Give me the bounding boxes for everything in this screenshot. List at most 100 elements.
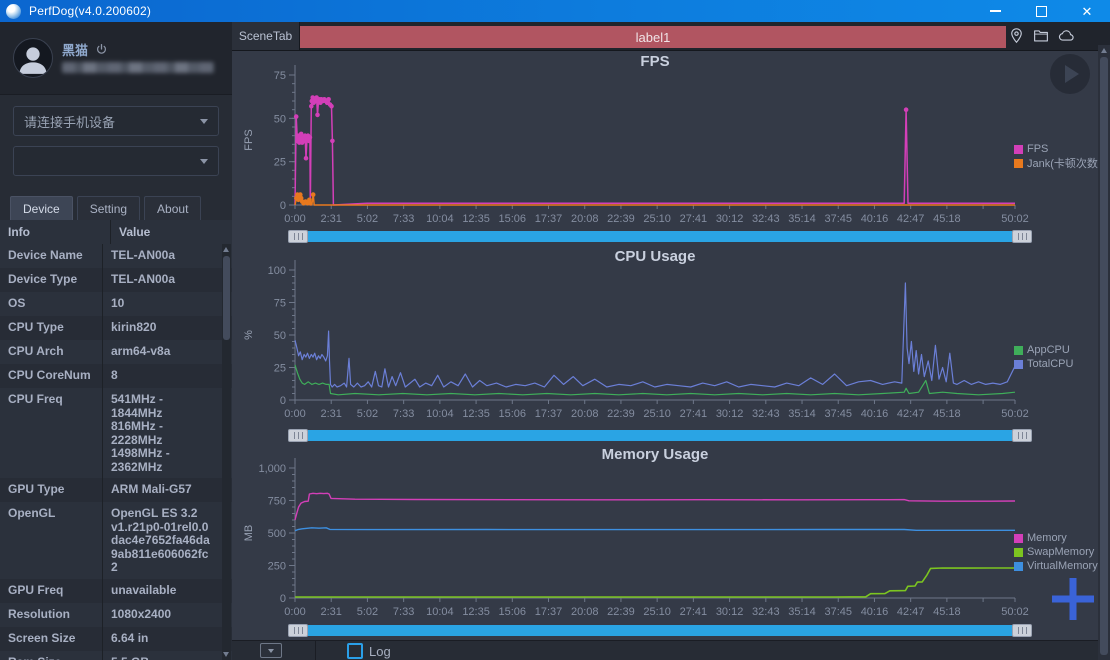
scrollbar-left-handle[interactable]	[288, 429, 308, 442]
scene-tab[interactable]: SceneTab	[232, 22, 300, 50]
x-tick-label: 50:02	[1001, 408, 1029, 420]
table-row[interactable]: OS10	[0, 292, 232, 316]
scrollbar-track[interactable]	[308, 625, 1012, 636]
x-tick-label: 12:35	[462, 408, 490, 420]
minimize-button[interactable]	[972, 0, 1018, 22]
table-row[interactable]: CPU Archarm64-v8a	[0, 340, 232, 364]
scroll-up-icon[interactable]	[223, 247, 229, 252]
legend-item[interactable]: Memory	[1014, 531, 1098, 545]
legend-item[interactable]: Jank(卡顿次数)	[1014, 156, 1102, 170]
table-row[interactable]: OpenGLOpenGL ES 3.2 v1.r21p0-01rel0.0 da…	[0, 502, 232, 579]
avatar[interactable]	[13, 38, 53, 78]
device-select-dropdown[interactable]: 请连接手机设备	[13, 106, 219, 136]
scrollbar-right-handle[interactable]	[1012, 230, 1032, 243]
charts-scrollbar[interactable]	[1098, 45, 1110, 660]
x-tick-label: 37:45	[824, 213, 852, 225]
legend-item[interactable]: TotalCPU	[1014, 357, 1073, 371]
power-icon[interactable]	[95, 43, 108, 56]
scrollbar-thumb[interactable]	[223, 256, 230, 340]
add-button[interactable]	[1050, 576, 1096, 622]
x-tick-label: 12:35	[462, 606, 490, 618]
data-point	[308, 135, 313, 140]
cloud-icon[interactable]	[1057, 27, 1076, 44]
sidebar-table-scrollbar[interactable]	[222, 244, 231, 660]
x-tick-label: 2:31	[321, 606, 342, 618]
table-row[interactable]: Screen Size6.64 in	[0, 627, 232, 651]
table-row[interactable]: Ram Size5.5 GB	[0, 651, 232, 660]
play-button[interactable]	[1050, 54, 1090, 94]
x-tick-label: 10:04	[426, 606, 454, 618]
device-info-table: Device NameTEL-AN00aDevice TypeTEL-AN00a…	[0, 244, 232, 660]
x-tick-label: 35:14	[788, 408, 816, 420]
x-tick-label: 30:12	[716, 606, 744, 618]
value-cell: kirin820	[102, 316, 232, 340]
table-row[interactable]: Device TypeTEL-AN00a	[0, 268, 232, 292]
scroll-up-icon[interactable]	[1101, 48, 1107, 53]
scrollbar-left-handle[interactable]	[288, 230, 308, 243]
close-icon: ✕	[1082, 5, 1093, 18]
table-row[interactable]: GPU Frequnavailable	[0, 579, 232, 603]
legend-swatch	[1014, 145, 1023, 154]
table-row[interactable]: GPU TypeARM Mali-G57	[0, 478, 232, 502]
y-tick-label: 1,000	[258, 463, 286, 475]
y-tick-label: 100	[268, 265, 286, 277]
legend-item[interactable]: FPS	[1014, 142, 1102, 156]
scrollbar-track[interactable]	[308, 430, 1012, 441]
log-checkbox[interactable]	[347, 643, 363, 659]
x-tick-label: 42:47	[897, 213, 925, 225]
log-toggle[interactable]: Log	[347, 643, 391, 659]
x-tick-label: 50:02	[1001, 213, 1029, 225]
legend-item[interactable]: AppCPU	[1014, 343, 1073, 357]
table-row[interactable]: CPU Freq541MHz - 1844MHz 816MHz - 2228MH…	[0, 388, 232, 478]
info-cell: CPU Arch	[0, 340, 102, 364]
info-cell: GPU Type	[0, 478, 102, 502]
legend-item[interactable]: VirtualMemory	[1014, 559, 1098, 573]
fps-time-scrollbar[interactable]	[288, 230, 1032, 243]
memory-chart: Memory UsageMB02505007501,0000:002:315:0…	[232, 443, 1098, 640]
divider	[315, 641, 316, 660]
value-cell: 10	[102, 292, 232, 316]
scene-label-bar[interactable]: label1	[300, 26, 1006, 48]
perfdog-window: PerfDog(v4.0.200602) ✕ 黑猫	[0, 0, 1110, 660]
x-tick-label: 32:43	[752, 408, 780, 420]
table-row[interactable]: CPU Typekirin820	[0, 316, 232, 340]
legend-swatch	[1014, 159, 1023, 168]
table-row[interactable]: CPU CoreNum8	[0, 364, 232, 388]
scrollbar-thumb[interactable]	[1100, 57, 1108, 655]
x-tick-label: 5:02	[357, 408, 378, 420]
x-tick-label: 45:18	[933, 213, 961, 225]
scrollbar-left-handle[interactable]	[288, 624, 308, 637]
x-tick-label: 45:18	[933, 408, 961, 420]
legend-label: AppCPU	[1027, 344, 1070, 356]
tab-setting[interactable]: Setting	[77, 196, 140, 221]
scrollbar-right-handle[interactable]	[1012, 624, 1032, 637]
minimize-icon	[990, 10, 1001, 12]
location-pin-icon[interactable]	[1008, 27, 1025, 44]
scrollbar-right-handle[interactable]	[1012, 429, 1032, 442]
cpu-legend: AppCPUTotalCPU	[1014, 343, 1073, 371]
process-select-dropdown[interactable]	[13, 146, 219, 176]
info-cell: Device Type	[0, 268, 102, 292]
x-tick-label: 40:16	[861, 408, 889, 420]
folder-icon[interactable]	[1032, 27, 1050, 44]
chart-title: CPU Usage	[615, 248, 696, 265]
cpu-time-scrollbar[interactable]	[288, 429, 1032, 442]
table-row[interactable]: Device NameTEL-AN00a	[0, 244, 232, 268]
scrollbar-track[interactable]	[308, 231, 1012, 242]
series-VirtualMemory	[295, 528, 1015, 531]
log-dropdown-button[interactable]	[260, 643, 282, 658]
memory-time-scrollbar[interactable]	[288, 624, 1032, 637]
value-cell: 5.5 GB	[102, 651, 232, 660]
tab-about[interactable]: About	[144, 196, 201, 221]
user-account-blurred	[62, 62, 214, 73]
data-point	[326, 97, 331, 102]
legend-item[interactable]: SwapMemory	[1014, 545, 1098, 559]
x-tick-label: 27:41	[680, 408, 708, 420]
value-cell: 6.64 in	[102, 627, 232, 651]
x-tick-label: 20:08	[571, 408, 599, 420]
tab-device[interactable]: Device	[10, 196, 73, 221]
maximize-button[interactable]	[1018, 0, 1064, 22]
table-row[interactable]: Resolution1080x2400	[0, 603, 232, 627]
close-button[interactable]: ✕	[1064, 0, 1110, 22]
scroll-down-icon[interactable]	[223, 652, 229, 657]
